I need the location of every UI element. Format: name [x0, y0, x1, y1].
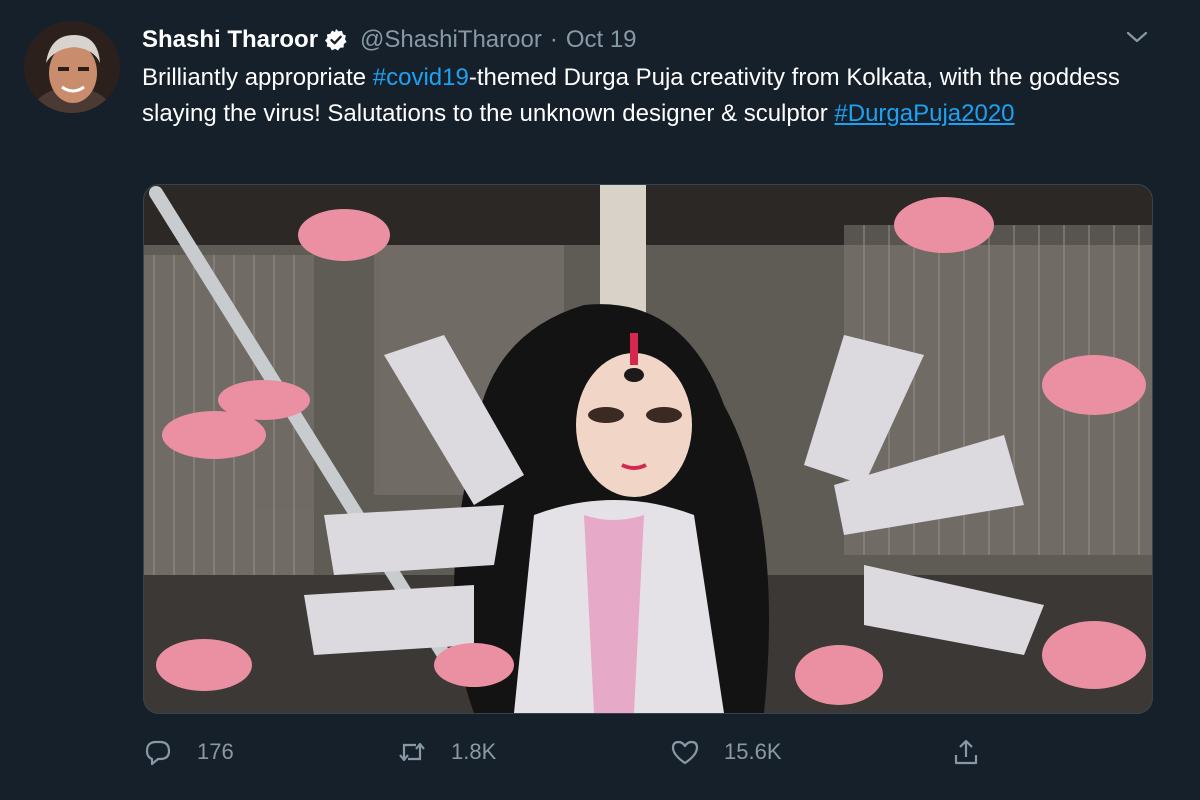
heart-icon — [671, 740, 699, 765]
author-handle[interactable]: @ShashiTharoor — [360, 26, 542, 54]
like-count: 15.6K — [724, 739, 782, 764]
hashtag-durgapuja2020[interactable]: #DurgaPuja2020 — [834, 100, 1014, 127]
retweet-icon — [399, 742, 425, 762]
separator-dot: · — [549, 26, 558, 53]
tweet-date[interactable]: Oct 19 — [566, 26, 637, 54]
like-button[interactable]: 15.6K — [670, 730, 782, 774]
tweet-text-part: Brilliantly appropriate — [142, 64, 373, 91]
share-button[interactable] — [951, 730, 1005, 774]
tweet[interactable]: Shashi Tharoor @ShashiTharoor · Oct 19 B… — [0, 0, 1200, 800]
tweet-actions: 176 1.8K 15.6K — [143, 730, 1143, 774]
reply-icon — [145, 740, 171, 766]
retweet-count: 1.8K — [451, 739, 497, 764]
author-name[interactable]: Shashi Tharoor — [142, 26, 318, 54]
tweet-image[interactable] — [143, 184, 1153, 714]
tweet-header: Shashi Tharoor @ShashiTharoor · Oct 19 — [142, 22, 637, 58]
chevron-down-icon[interactable] — [1124, 24, 1150, 50]
reply-button[interactable]: 176 — [143, 730, 234, 774]
hashtag-covid19[interactable]: #covid19 — [373, 64, 469, 91]
avatar[interactable] — [24, 21, 120, 113]
share-icon — [954, 739, 978, 765]
verified-badge-icon — [324, 28, 348, 52]
reply-count: 176 — [197, 739, 234, 764]
retweet-button[interactable]: 1.8K — [397, 730, 496, 774]
tweet-text: Brilliantly appropriate #covid19-themed … — [142, 60, 1152, 132]
